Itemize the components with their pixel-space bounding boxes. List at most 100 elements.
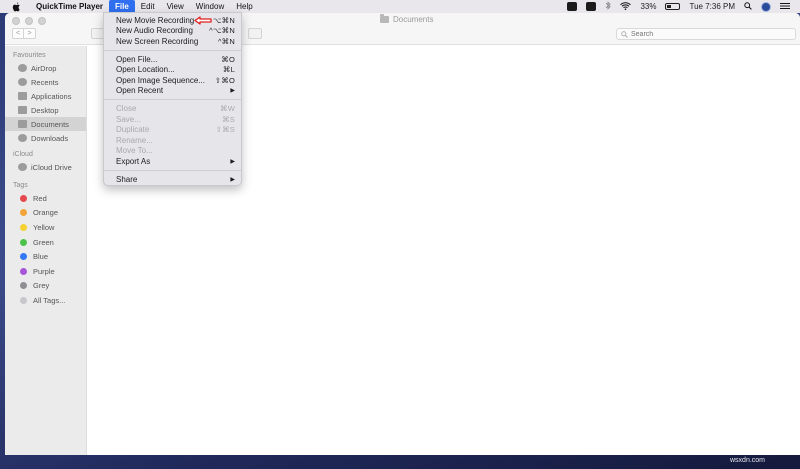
menu-item-open-location[interactable]: Open Location... ⌘L — [104, 64, 241, 75]
green-tag-dot-icon — [20, 238, 27, 246]
shortcut: ⌥⌘N — [212, 15, 235, 25]
close-window-icon[interactable] — [12, 17, 20, 25]
shortcut: ^⌘N — [217, 36, 235, 46]
shortcut: ⌘S — [222, 114, 235, 124]
menu-separator — [104, 49, 241, 51]
submenu-arrow-icon: ▶ — [230, 158, 235, 165]
menu-item-open-file[interactable]: Open File... ⌘O — [104, 54, 241, 65]
sidebar-tag-label: Blue — [33, 252, 49, 262]
sidebar-item-label: Applications — [31, 91, 72, 101]
navigation-buttons: < > — [12, 28, 36, 39]
menu-item-new-audio-recording[interactable]: New Audio Recording ^⌥⌘N — [104, 26, 241, 37]
sidebar-item-icloud-drive[interactable]: iCloud Drive — [5, 160, 86, 174]
sidebar-tag-orange[interactable]: Orange — [5, 206, 86, 221]
checkmark-status-icon[interactable] — [586, 2, 597, 11]
menu-item-label: Duplicate — [116, 125, 150, 135]
menu-item-label: Open Recent — [116, 86, 164, 96]
sidebar-item-recents[interactable]: Recents — [5, 75, 86, 89]
wifi-icon[interactable] — [620, 1, 632, 12]
sidebar-tag-yellow[interactable]: Yellow — [5, 220, 86, 235]
forward-button[interactable]: > — [24, 28, 36, 39]
menu-item-share[interactable]: Share ▶ — [104, 174, 241, 185]
shortcut: ⌘W — [220, 103, 235, 113]
menu-item-label: Share — [116, 174, 138, 184]
yellow-tag-dot-icon — [20, 223, 27, 231]
menu-item-open-image-sequence[interactable]: Open Image Sequence... ⇧⌘O — [104, 75, 241, 86]
sidebar-item-label: Documents — [31, 119, 69, 129]
cloud-icon — [18, 163, 27, 171]
applications-icon — [18, 92, 27, 100]
sidebar-item-label: Desktop — [31, 105, 59, 115]
airdrop-icon — [18, 64, 27, 72]
file-menu-dropdown: New Movie Recording ⌥⌘N New Audio Record… — [103, 12, 242, 186]
battery-icon[interactable] — [665, 3, 681, 10]
menu-item-rename: Rename... — [104, 135, 241, 146]
sidebar: Favourites AirDrop Recents Applications … — [5, 46, 87, 455]
shortcut: ⌘O — [221, 54, 235, 64]
sidebar-tag-purple[interactable]: Purple — [5, 264, 86, 279]
screen-record-status-icon[interactable] — [567, 2, 578, 11]
sidebar-tag-label: Grey — [33, 281, 50, 291]
zoom-window-icon[interactable] — [38, 17, 46, 25]
submenu-arrow-icon: ▶ — [230, 176, 235, 183]
sidebar-tag-red[interactable]: Red — [5, 191, 86, 206]
sidebar-tag-grey[interactable]: Grey — [5, 279, 86, 294]
spotlight-search-icon[interactable] — [744, 1, 752, 12]
grey-tag-dot-icon — [20, 282, 27, 290]
bluetooth-icon[interactable] — [605, 1, 612, 12]
annotation-arrow-icon — [194, 16, 212, 25]
sidebar-heading-icloud: iCloud — [13, 151, 33, 158]
menu-item-label: Open Location... — [116, 65, 175, 75]
control-center-icon[interactable] — [780, 2, 790, 12]
sidebar-item-applications[interactable]: Applications — [5, 89, 86, 103]
back-button[interactable]: < — [12, 28, 24, 39]
menu-item-export-as[interactable]: Export As ▶ — [104, 156, 241, 167]
red-tag-dot-icon — [20, 194, 27, 202]
search-input[interactable] — [631, 30, 781, 38]
search-icon — [621, 30, 628, 38]
window-title-text: Documents — [393, 15, 434, 24]
sidebar-tag-label: Purple — [33, 266, 55, 276]
sidebar-tag-green[interactable]: Green — [5, 235, 86, 250]
menu-item-label: Move To... — [116, 146, 153, 156]
user-avatar-icon[interactable] — [761, 1, 771, 12]
sidebar-item-label: Downloads — [31, 133, 69, 143]
clock[interactable]: Tue 7:36 PM — [689, 2, 735, 11]
download-icon — [18, 134, 27, 142]
sidebar-item-documents[interactable]: Documents — [5, 117, 86, 131]
purple-tag-dot-icon — [20, 267, 27, 275]
sidebar-tag-blue[interactable]: Blue — [5, 249, 86, 264]
menu-item-save: Save... ⌘S — [104, 114, 241, 125]
shortcut: ⇧⌘O — [214, 75, 235, 85]
menu-item-new-screen-recording[interactable]: New Screen Recording ^⌘N — [104, 36, 241, 47]
apple-logo-icon[interactable] — [12, 1, 22, 12]
search-field[interactable] — [616, 28, 796, 40]
shortcut: ⇧⌘S — [215, 125, 235, 135]
sidebar-item-label: iCloud Drive — [31, 162, 72, 172]
menu-separator — [104, 99, 241, 101]
sidebar-item-desktop[interactable]: Desktop — [5, 103, 86, 117]
menu-item-label: New Movie Recording — [116, 15, 195, 25]
tag-button[interactable] — [248, 28, 262, 39]
menu-item-label: Open File... — [116, 54, 158, 64]
shortcut: ⌘L — [222, 65, 235, 75]
sidebar-tag-label: Yellow — [33, 222, 55, 232]
window-title: Documents — [380, 14, 434, 24]
sidebar-item-downloads[interactable]: Downloads — [5, 131, 86, 145]
menu-item-label: Open Image Sequence... — [116, 75, 205, 85]
sidebar-tag-label: Green — [33, 237, 54, 247]
app-menu-quicktime[interactable]: QuickTime Player — [30, 0, 109, 13]
minimize-window-icon[interactable] — [25, 17, 33, 25]
menu-item-duplicate: Duplicate ⇧⌘S — [104, 124, 241, 135]
menu-item-close: Close ⌘W — [104, 103, 241, 114]
shortcut: ^⌥⌘N — [209, 26, 235, 36]
menu-item-label: New Screen Recording — [116, 36, 199, 46]
desktop-icon — [18, 106, 27, 114]
sidebar-all-tags[interactable]: All Tags... — [5, 293, 86, 308]
menu-item-new-movie-recording[interactable]: New Movie Recording ⌥⌘N — [104, 15, 241, 26]
sidebar-item-label: Recents — [31, 77, 59, 87]
sidebar-item-airdrop[interactable]: AirDrop — [5, 61, 86, 75]
sidebar-tag-label: Red — [33, 193, 47, 203]
menu-item-open-recent[interactable]: Open Recent ▶ — [104, 86, 241, 97]
watermark: wsxdn.com — [730, 457, 766, 464]
